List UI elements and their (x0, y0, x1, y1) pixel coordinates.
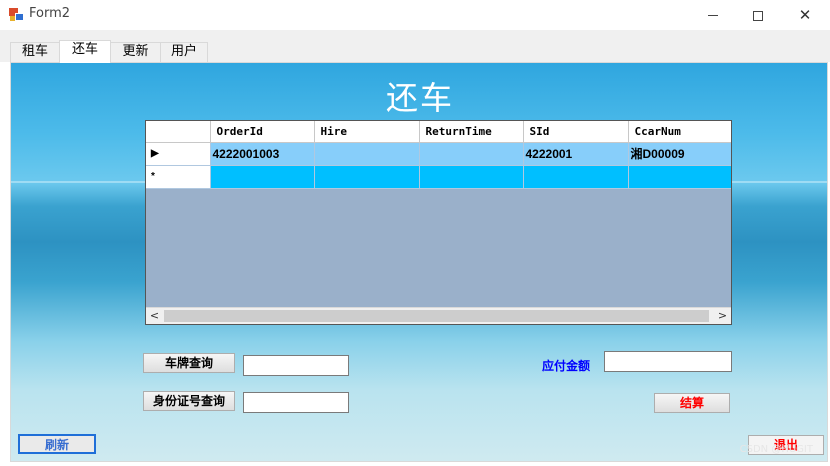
cell-orderid[interactable]: 4222001003 (210, 142, 315, 166)
new-row-marker[interactable]: * (146, 165, 211, 189)
tab-return[interactable]: 还车 (59, 40, 111, 63)
column-header-ccarnum[interactable]: CcarNum (628, 121, 731, 143)
close-button[interactable]: ✕ (782, 0, 828, 30)
scroll-left-icon[interactable]: < (146, 308, 163, 324)
refresh-button[interactable]: 刷新 (18, 434, 96, 454)
page-title: 还车 (385, 79, 454, 117)
horizontal-scrollbar[interactable]: < > (146, 307, 731, 324)
return-car-page: 还车 OrderId Hire ReturnTime SId CcarNum ▶ (10, 62, 828, 462)
maximize-icon (753, 10, 763, 21)
amount-due-label: 应付金额 (542, 359, 591, 373)
settle-button[interactable]: 结算 (654, 393, 730, 413)
tab-strip: 租车 还车 更新 用户 (0, 30, 830, 63)
scrollbar-thumb[interactable] (164, 310, 709, 322)
maximize-button[interactable] (735, 0, 781, 30)
id-query-button[interactable]: 身份证号查询 (143, 391, 235, 411)
cell-returntime[interactable] (419, 142, 524, 166)
minimize-button[interactable] (690, 0, 736, 30)
close-icon: ✕ (798, 6, 812, 24)
app-icon (9, 7, 24, 22)
plate-query-button[interactable]: 车牌查询 (143, 353, 235, 373)
tab-rent[interactable]: 租车 (10, 42, 60, 62)
scroll-right-icon[interactable]: > (714, 308, 731, 324)
column-header-returntime[interactable]: ReturnTime (419, 121, 524, 143)
tab-user[interactable]: 用户 (160, 42, 208, 62)
minimize-icon (708, 15, 718, 16)
table-row[interactable]: ▶ 4222001003 4222001 湘D00009 (146, 142, 731, 166)
plate-query-input[interactable] (243, 355, 349, 376)
cell-sid[interactable] (523, 165, 629, 189)
table-row-new[interactable]: * (146, 165, 731, 189)
column-header-sid[interactable]: SId (523, 121, 629, 143)
cell-ccarnum[interactable]: 湘D00009 (628, 142, 731, 166)
column-header-hire[interactable]: Hire (314, 121, 420, 143)
cell-ccarnum[interactable] (628, 165, 731, 189)
amount-due-input[interactable] (604, 351, 732, 372)
row-selector-arrow[interactable]: ▶ (146, 142, 211, 166)
watermark: CSDN @HUGIT (739, 444, 813, 455)
row-header-corner (146, 121, 211, 143)
cell-hire[interactable] (314, 142, 420, 166)
id-query-input[interactable] (243, 392, 349, 413)
cell-sid[interactable]: 4222001 (523, 142, 629, 166)
cell-hire[interactable] (314, 165, 420, 189)
tab-update[interactable]: 更新 (110, 42, 161, 62)
cell-returntime[interactable] (419, 165, 524, 189)
title-bar: Form2 ✕ (0, 0, 830, 30)
window-title: Form2 (29, 6, 71, 21)
cell-orderid[interactable] (210, 165, 315, 189)
orders-grid[interactable]: OrderId Hire ReturnTime SId CcarNum ▶ 42… (145, 120, 732, 325)
grid-header-row: OrderId Hire ReturnTime SId CcarNum (146, 121, 731, 143)
column-header-orderid[interactable]: OrderId (210, 121, 315, 143)
